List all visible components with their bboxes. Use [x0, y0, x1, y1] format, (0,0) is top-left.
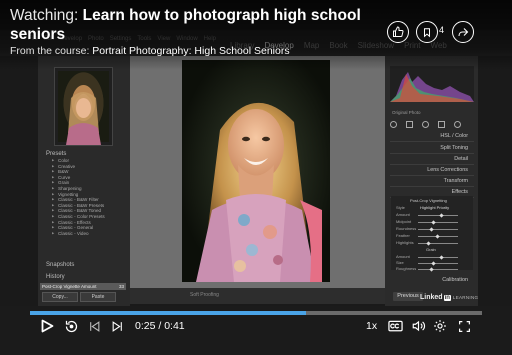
tool-strip	[390, 121, 461, 128]
playback-speed-button[interactable]: 1x	[366, 320, 377, 332]
video-title: Watching: Learn how to photograph high s…	[10, 7, 361, 43]
slider-track[interactable]	[418, 263, 458, 264]
slider-label: Roughness	[396, 266, 417, 271]
play-button[interactable]	[39, 318, 55, 334]
slider-label: Size	[396, 260, 404, 265]
soft-proofing-label[interactable]: Soft Proofing	[190, 292, 219, 298]
captions-button[interactable]	[387, 318, 403, 334]
slider-track[interactable]	[418, 257, 458, 258]
slider-label: Roundness	[396, 226, 417, 231]
slider-track[interactable]	[418, 243, 458, 244]
presets-list: ColorCreativeB&WCurveGrainSharpeningVign…	[46, 158, 124, 236]
paste-button[interactable]: Paste	[80, 292, 116, 302]
volume-icon	[412, 320, 425, 332]
course-line: From the course: Portrait Photography: H…	[10, 45, 290, 57]
style-label: Style	[396, 205, 405, 210]
section-divider	[390, 164, 474, 165]
captions-icon	[387, 320, 403, 332]
share-icon	[458, 28, 469, 37]
play-icon	[41, 319, 53, 333]
previous-icon	[89, 320, 99, 332]
slider-label: Feather	[396, 233, 410, 238]
video-frame[interactable]: FileEditDevelopPhotoSettingsToolsViewWin…	[0, 0, 512, 355]
next-icon	[112, 320, 122, 332]
fullscreen-button[interactable]	[456, 318, 472, 334]
section-divider	[390, 141, 474, 142]
time-display: 0:25 / 0:41	[135, 320, 185, 332]
previous-video-button[interactable]	[86, 318, 102, 334]
lr-toolbar	[130, 288, 385, 304]
section-calibration[interactable]: Calibration	[392, 277, 468, 283]
history-header[interactable]: History	[46, 274, 65, 280]
next-video-button[interactable]	[109, 318, 125, 334]
portrait-photo	[182, 60, 330, 282]
slider-label: Amount	[396, 212, 410, 217]
section-divider	[390, 153, 474, 154]
previous-button[interactable]: Previous	[393, 292, 423, 301]
style-select[interactable]: Highlight Priority	[420, 205, 449, 210]
section-transform[interactable]: Transform	[392, 178, 468, 184]
section-divider	[390, 186, 474, 187]
section-detail[interactable]: Detail	[392, 156, 468, 162]
copy-button[interactable]: Copy...	[42, 292, 78, 302]
navigator-thumbnail	[54, 67, 113, 146]
section-lens-corrections[interactable]: Lens Corrections	[392, 167, 468, 173]
history-item[interactable]: Post-Crop Vignette Amount 33	[40, 283, 126, 290]
settings-button[interactable]	[432, 318, 448, 334]
course-link[interactable]: Portrait Photography: High School Senior…	[92, 45, 289, 57]
settings-icon	[434, 320, 446, 332]
histogram	[390, 66, 474, 102]
slider-label: Highlights	[396, 240, 414, 245]
slider-track[interactable]	[418, 269, 458, 270]
section-divider	[390, 175, 474, 176]
replay-button[interactable]	[63, 318, 79, 334]
grain-title: Grain	[426, 247, 436, 252]
original-photo-toggle[interactable]: Original Photo	[392, 110, 468, 115]
slider-track[interactable]	[418, 229, 458, 230]
like-button[interactable]	[387, 21, 409, 43]
fullscreen-icon	[458, 320, 470, 332]
linkedin-learning-logo: Linked in LEARNING	[420, 294, 479, 301]
save-count: 4	[439, 25, 445, 35]
section-split-toning[interactable]: Split Toning	[392, 145, 468, 151]
slider-track[interactable]	[418, 222, 458, 223]
volume-button[interactable]	[410, 318, 426, 334]
snapshots-header[interactable]: Snapshots	[46, 262, 74, 268]
save-button[interactable]	[416, 21, 438, 43]
slider-label: Amount	[396, 254, 410, 259]
section-hsl-color[interactable]: HSL / Color	[392, 133, 468, 139]
vignette-subtitle: Post-Crop Vignetting	[410, 198, 447, 203]
replay-icon	[65, 320, 77, 332]
slider-track[interactable]	[418, 215, 458, 216]
thumbs-up-icon	[393, 26, 404, 37]
share-button[interactable]	[452, 21, 474, 43]
bookmark-icon	[424, 27, 430, 37]
presets-header[interactable]: Presets	[46, 151, 66, 157]
preset-folder[interactable]: Classic - Video	[46, 231, 124, 237]
section-effects[interactable]: Effects	[392, 189, 468, 195]
slider-label: Midpoint	[396, 219, 412, 224]
progress-fill	[30, 311, 306, 315]
